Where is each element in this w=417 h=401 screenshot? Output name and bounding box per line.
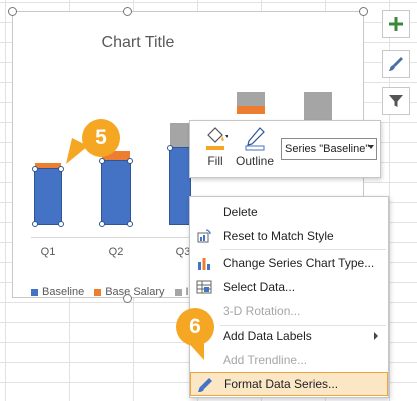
chart-filters-icon: [389, 95, 403, 107]
bar-q4-increase[interactable]: [237, 92, 265, 106]
format-series-icon: [197, 377, 213, 393]
menu-item-label: Add Trendline...: [223, 353, 308, 367]
menu-item-label: 3-D Rotation...: [223, 304, 301, 318]
bar-q3-increase[interactable]: [170, 123, 190, 148]
series-selector-dropdown[interactable]: Series "Baseline": [281, 138, 377, 160]
chart-elements-button[interactable]: [382, 10, 410, 38]
callout-step-6: 6: [176, 308, 214, 346]
menu-item-change-series-chart-type[interactable]: Change Series Chart Type...: [190, 251, 388, 275]
legend-label: Base Salary: [105, 286, 165, 298]
outline-button[interactable]: Outline: [234, 125, 276, 168]
selection-handle[interactable]: [127, 158, 133, 164]
legend-item-baseline[interactable]: Baseline: [31, 286, 84, 298]
bar-q4-base-salary[interactable]: [237, 106, 265, 114]
selection-handle[interactable]: [32, 166, 38, 172]
fill-button[interactable]: Fill: [198, 125, 232, 168]
chart-styles-button[interactable]: [382, 50, 410, 78]
menu-item-label: Format Data Series...: [224, 377, 339, 391]
menu-item-3d-rotation: 3-D Rotation...: [190, 299, 388, 323]
selection-handle[interactable]: [32, 221, 38, 227]
selection-handle[interactable]: [167, 145, 173, 151]
change-chart-type-icon: [196, 255, 212, 271]
legend-label: Baseline: [42, 286, 85, 298]
chart-filters-button[interactable]: [382, 87, 410, 115]
chart-legend[interactable]: Baseline Base Salary In: [31, 286, 195, 298]
menu-separator: [220, 249, 386, 250]
menu-item-label: Delete: [223, 205, 258, 219]
selection-handle[interactable]: [58, 221, 64, 227]
menu-item-add-trendline: Add Trendline...: [190, 348, 388, 372]
resize-handle-top-left[interactable]: [8, 7, 17, 16]
selection-handle[interactable]: [127, 221, 133, 227]
outline-label: Outline: [235, 154, 275, 168]
fill-label: Fill: [207, 154, 223, 168]
selection-handle[interactable]: [99, 158, 105, 164]
series-selector-value: Series "Baseline": [285, 143, 370, 155]
chevron-down-icon: [368, 145, 374, 149]
select-data-icon: [196, 279, 212, 295]
bar-q1-baseline[interactable]: [34, 168, 62, 225]
menu-item-label: Reset to Match Style: [223, 229, 334, 243]
resize-handle-top-center[interactable]: [123, 7, 132, 16]
bar-q2-baseline[interactable]: [101, 160, 131, 225]
mini-toolbar: Fill Outline Series "Baseline": [189, 120, 381, 178]
legend-swatch-icon: [94, 288, 102, 296]
menu-item-select-data[interactable]: Select Data...: [190, 275, 388, 299]
context-menu: Delete Reset to Match Style Change Serie…: [189, 196, 389, 398]
reset-style-icon: [196, 228, 212, 244]
chart-elements-icon: [389, 17, 403, 31]
menu-item-label: Change Series Chart Type...: [223, 256, 375, 270]
bar-q5-increase[interactable]: [304, 92, 332, 122]
outline-pen-icon: [245, 127, 265, 151]
callout-step-5: 5: [82, 119, 120, 157]
category-label-q2: Q2: [108, 246, 124, 258]
chevron-right-icon: [374, 332, 378, 340]
selection-handle[interactable]: [99, 221, 105, 227]
menu-item-add-data-labels[interactable]: Add Data Labels: [190, 324, 388, 348]
menu-item-label: Select Data...: [223, 280, 296, 294]
resize-handle-bottom-center[interactable]: [123, 294, 132, 303]
paint-bucket-icon: [206, 127, 229, 150]
chart-title[interactable]: Chart Title: [13, 34, 263, 52]
legend-swatch-icon: [174, 288, 182, 296]
menu-item-label: Add Data Labels: [223, 329, 312, 343]
menu-item-delete[interactable]: Delete: [190, 200, 388, 224]
menu-item-reset-to-match-style[interactable]: Reset to Match Style: [190, 224, 388, 248]
menu-item-format-data-series[interactable]: Format Data Series...: [190, 372, 388, 396]
resize-handle-top-right[interactable]: [359, 7, 368, 16]
category-label-q1: Q1: [40, 246, 56, 258]
bar-q3-baseline[interactable]: [169, 147, 191, 225]
legend-swatch-icon: [31, 288, 38, 296]
chart-styles-icon: [389, 57, 403, 71]
